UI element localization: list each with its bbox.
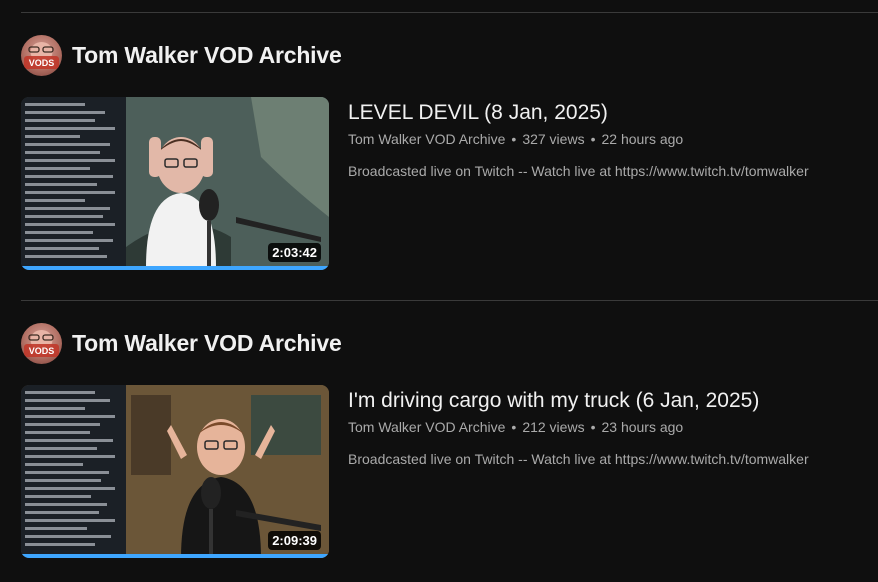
avatar-face-icon xyxy=(24,330,59,357)
channel-avatar[interactable]: VODS xyxy=(21,35,62,76)
video-title[interactable]: I'm driving cargo with my truck (6 Jan, … xyxy=(348,387,878,415)
watch-progress-bar xyxy=(21,554,329,558)
video-meta: Tom Walker VOD Archive • 212 views • 23 … xyxy=(348,419,878,435)
meta-separator: • xyxy=(590,419,596,435)
view-count: 327 views xyxy=(522,131,585,147)
channel-name[interactable]: Tom Walker VOD Archive xyxy=(72,330,342,357)
channel-name[interactable]: Tom Walker VOD Archive xyxy=(72,42,342,69)
video-card[interactable]: 2:03:42 LEVEL DEVIL (8 Jan, 2025) Tom Wa… xyxy=(21,97,878,272)
upload-age: 22 hours ago xyxy=(601,131,684,147)
video-thumbnail[interactable]: 2:03:42 xyxy=(21,97,329,270)
watch-progress-bar xyxy=(21,266,329,270)
video-title[interactable]: LEVEL DEVIL (8 Jan, 2025) xyxy=(348,99,878,127)
subscriptions-feed: VODS Tom Walker VOD Archive 2:03:42 LEVE… xyxy=(0,0,878,582)
meta-separator: • xyxy=(590,131,596,147)
video-description: Broadcasted live on Twitch -- Watch live… xyxy=(348,163,809,179)
video-channel-link[interactable]: Tom Walker VOD Archive xyxy=(348,419,505,435)
view-count: 212 views xyxy=(522,419,585,435)
avatar-label: VODS xyxy=(28,58,55,68)
channel-avatar[interactable]: VODS xyxy=(21,323,62,364)
meta-separator: • xyxy=(511,131,517,147)
video-channel-link[interactable]: Tom Walker VOD Archive xyxy=(348,131,505,147)
avatar-face-icon xyxy=(24,42,59,69)
video-thumbnail[interactable]: 2:09:39 xyxy=(21,385,329,558)
video-info: LEVEL DEVIL (8 Jan, 2025) Tom Walker VOD… xyxy=(348,97,878,179)
avatar-label: VODS xyxy=(28,346,55,356)
channel-header: VODS Tom Walker VOD Archive xyxy=(21,35,342,76)
channel-header: VODS Tom Walker VOD Archive xyxy=(21,323,342,364)
video-info: I'm driving cargo with my truck (6 Jan, … xyxy=(348,385,878,467)
upload-age: 23 hours ago xyxy=(601,419,684,435)
feed-section: VODS Tom Walker VOD Archive xyxy=(0,12,878,300)
watch-progress-fill xyxy=(21,266,329,270)
video-duration: 2:03:42 xyxy=(268,243,321,262)
meta-separator: • xyxy=(511,419,517,435)
video-meta: Tom Walker VOD Archive • 327 views • 22 … xyxy=(348,131,878,147)
video-card[interactable]: 2:09:39 I'm driving cargo with my truck … xyxy=(21,385,878,560)
watch-progress-fill xyxy=(21,554,329,558)
video-duration: 2:09:39 xyxy=(268,531,321,550)
feed-section: VODS Tom Walker VOD Archive xyxy=(0,300,878,582)
video-description: Broadcasted live on Twitch -- Watch live… xyxy=(348,451,809,467)
